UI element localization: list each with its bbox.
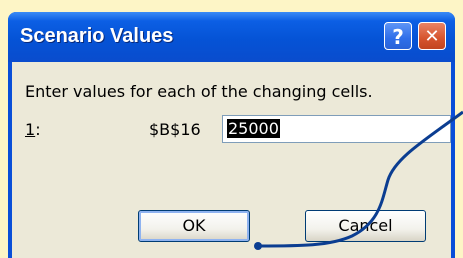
dialog-title: Scenario Values	[20, 25, 174, 47]
close-icon: ✕	[424, 26, 440, 47]
cancel-button[interactable]: Cancel	[305, 210, 426, 242]
title-bar[interactable]: Scenario Values ? ✕	[8, 12, 455, 62]
row-number: 1	[25, 120, 36, 139]
help-button[interactable]: ?	[384, 22, 412, 50]
scenario-values-dialog: Scenario Values ? ✕ Enter values for eac…	[8, 12, 455, 258]
changing-cell-number: 1:	[25, 120, 41, 139]
dialog-body: Enter values for each of the changing ce…	[12, 62, 451, 258]
ok-button[interactable]: OK	[138, 210, 250, 242]
prompt-text: Enter values for each of the changing ce…	[25, 82, 373, 101]
help-icon: ?	[392, 25, 404, 49]
row-number-colon: :	[35, 120, 41, 139]
value-input-text: 25000	[227, 119, 280, 138]
value-input[interactable]: 25000	[222, 115, 451, 143]
cell-reference-label: $B$16	[149, 120, 201, 139]
close-button[interactable]: ✕	[418, 22, 446, 50]
